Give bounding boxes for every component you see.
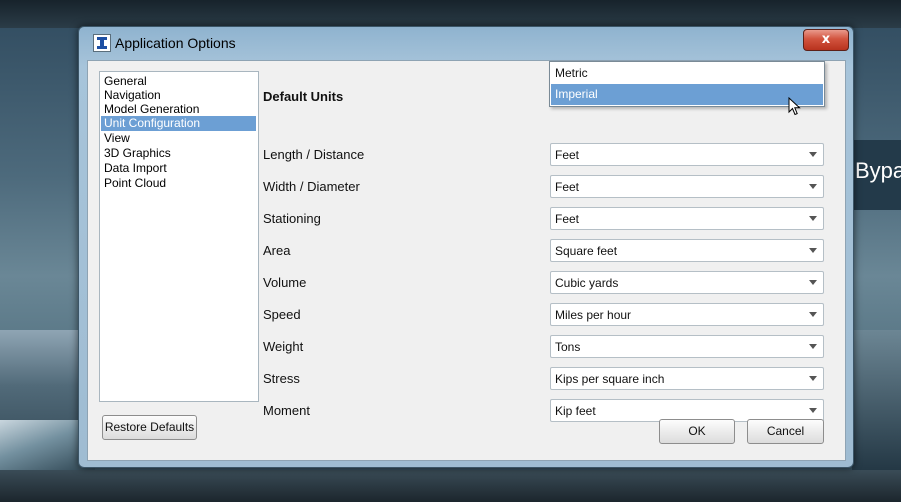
label-speed: Speed <box>263 307 301 322</box>
weight-select[interactable]: Tons <box>550 335 824 358</box>
select-value: Feet <box>555 212 580 226</box>
title-bar[interactable]: Application Options x <box>79 27 853 61</box>
chevron-down-icon <box>809 376 817 381</box>
cancel-button[interactable]: Cancel <box>747 419 824 444</box>
stress-select[interactable]: Kips per square inch <box>550 367 824 390</box>
options-category-list[interactable]: General Navigation Model Generation Unit… <box>99 71 259 402</box>
unit-system-dropdown-list[interactable]: Metric Imperial <box>549 61 825 107</box>
nav-item-navigation[interactable]: Navigation <box>101 88 256 103</box>
option-metric[interactable]: Metric <box>551 63 823 84</box>
ok-button[interactable]: OK <box>659 419 735 444</box>
label-stationing: Stationing <box>263 211 321 226</box>
select-value: Feet <box>555 180 580 194</box>
speed-select[interactable]: Miles per hour <box>550 303 824 326</box>
chevron-down-icon <box>809 312 817 317</box>
chevron-down-icon <box>809 344 817 349</box>
select-value: Kips per square inch <box>555 372 665 386</box>
select-value: Kip feet <box>555 404 596 418</box>
option-imperial[interactable]: Imperial <box>551 84 823 105</box>
nav-item-3d-graphics[interactable]: 3D Graphics <box>101 146 256 161</box>
close-button[interactable]: x <box>803 29 849 51</box>
select-value: Feet <box>555 148 580 162</box>
nav-item-data-import[interactable]: Data Import <box>101 161 256 176</box>
label-stress: Stress <box>263 371 300 386</box>
chevron-down-icon <box>809 152 817 157</box>
background-top-strip <box>0 0 901 28</box>
label-area: Area <box>263 243 291 258</box>
restore-defaults-button[interactable]: Restore Defaults <box>102 415 197 440</box>
dialog-client-area: General Navigation Model Generation Unit… <box>87 60 846 461</box>
app-icon <box>93 34 111 52</box>
window-title: Application Options <box>115 35 236 51</box>
volume-select[interactable]: Cubic yards <box>550 271 824 294</box>
application-options-dialog: Application Options x General Navigation… <box>78 26 854 468</box>
background-right-text: Bypa <box>855 158 901 183</box>
chevron-down-icon <box>809 280 817 285</box>
background-bottom-strip <box>0 470 901 502</box>
area-select[interactable]: Square feet <box>550 239 824 262</box>
nav-item-unit-configuration[interactable]: Unit Configuration <box>101 116 256 131</box>
width-diameter-select[interactable]: Feet <box>550 175 824 198</box>
background-city-right <box>852 330 901 470</box>
select-value: Miles per hour <box>555 308 632 322</box>
select-value: Cubic yards <box>555 276 619 290</box>
nav-item-point-cloud[interactable]: Point Cloud <box>101 176 256 191</box>
stationing-select[interactable]: Feet <box>550 207 824 230</box>
chevron-down-icon <box>809 248 817 253</box>
nav-item-general[interactable]: General <box>101 74 256 89</box>
label-moment: Moment <box>263 403 310 418</box>
chevron-down-icon <box>809 216 817 221</box>
default-units-heading: Default Units <box>263 89 344 104</box>
select-value: Tons <box>555 340 581 354</box>
nav-item-view[interactable]: View <box>101 131 256 146</box>
chevron-down-icon <box>809 184 817 189</box>
label-length-distance: Length / Distance <box>263 147 365 162</box>
nav-item-model-generation[interactable]: Model Generation <box>101 102 256 117</box>
chevron-down-icon <box>809 408 817 413</box>
mouse-pointer-icon <box>788 97 801 116</box>
select-value: Square feet <box>555 244 618 258</box>
label-volume: Volume <box>263 275 307 290</box>
label-weight: Weight <box>263 339 304 354</box>
label-width-diameter: Width / Diameter <box>263 179 360 194</box>
length-distance-select[interactable]: Feet <box>550 143 824 166</box>
